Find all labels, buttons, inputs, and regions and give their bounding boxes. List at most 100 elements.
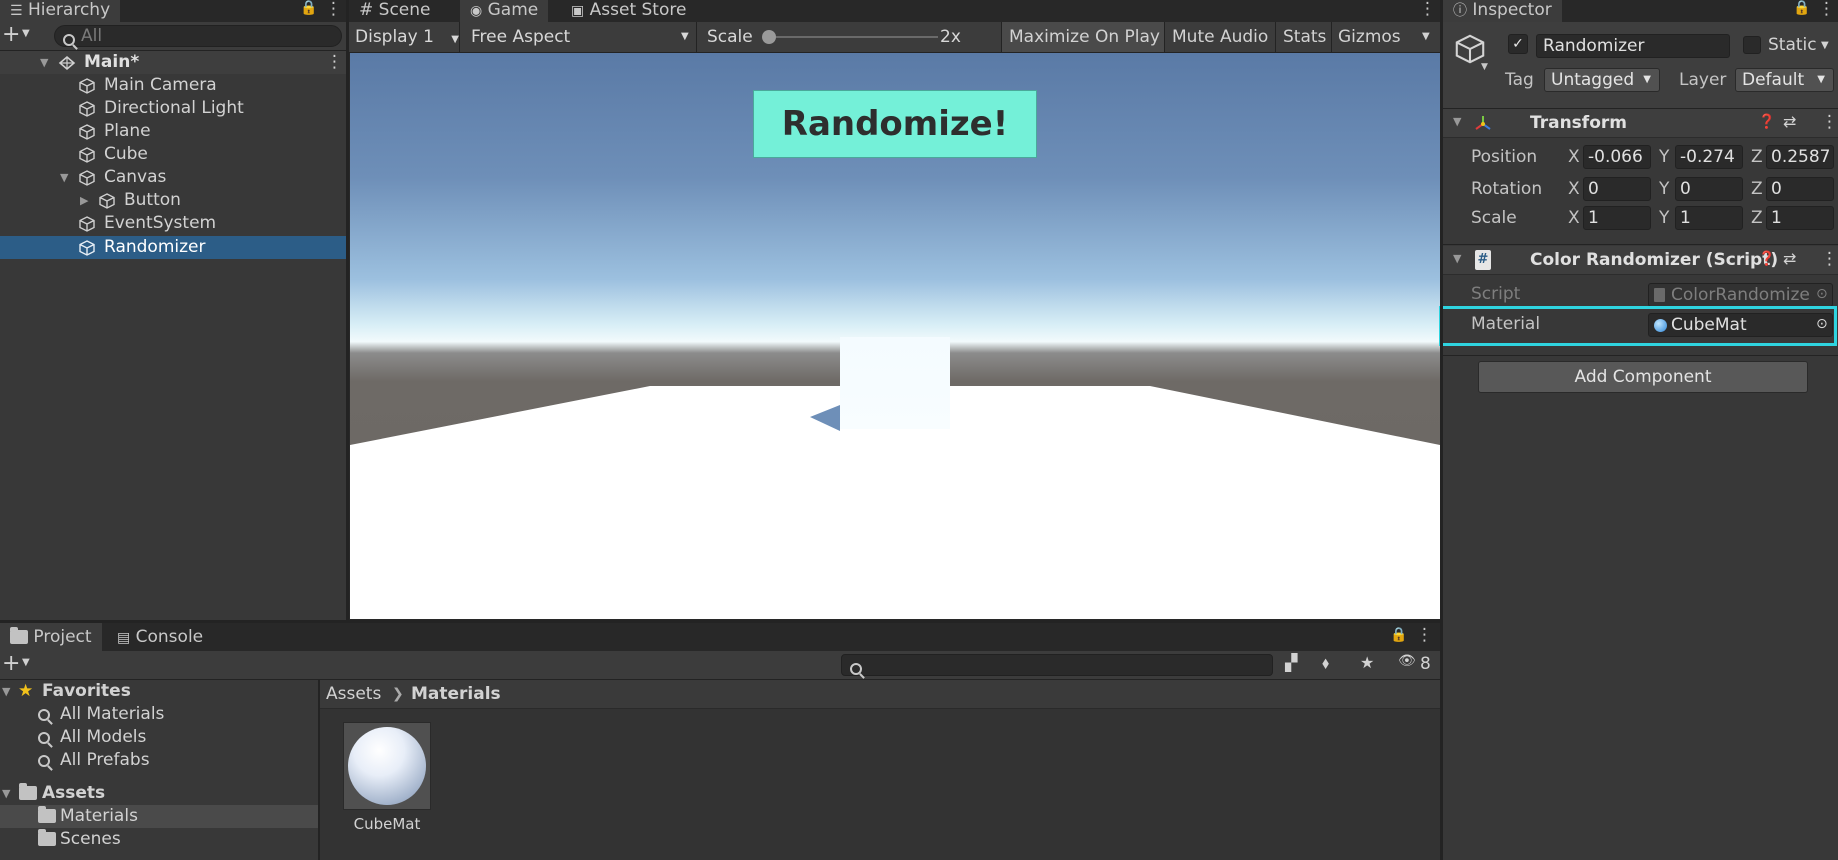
- object-name-input[interactable]: Randomizer: [1536, 34, 1730, 58]
- add-component-button[interactable]: Add Component: [1478, 361, 1808, 393]
- tag-dropdown[interactable]: Untagged ▼: [1544, 68, 1660, 92]
- rotation-y-field[interactable]: 0: [1675, 177, 1743, 201]
- layer-dropdown[interactable]: Default ▼: [1735, 68, 1834, 92]
- position-x-field[interactable]: -0.066: [1583, 145, 1651, 169]
- hierarchy-search-input[interactable]: All: [54, 25, 342, 47]
- hierarchy-item-button[interactable]: ▶ Button: [0, 189, 346, 212]
- search-by-type-icon[interactable]: ▞: [1285, 653, 1297, 672]
- collapsed-arrow-icon[interactable]: ▶: [80, 189, 88, 212]
- scale-y-field[interactable]: 1: [1675, 206, 1743, 230]
- preset-sliders-icon[interactable]: ⇄: [1783, 249, 1796, 268]
- color-randomizer-title: Color Randomizer (Script): [1530, 250, 1779, 270]
- chevron-down-icon[interactable]: ▼: [1821, 40, 1829, 51]
- material-object-field[interactable]: CubeMat: [1648, 313, 1833, 337]
- hierarchy-toolbar: + ▼ All: [0, 22, 346, 51]
- rotation-x-field[interactable]: 0: [1583, 177, 1651, 201]
- gizmos-button[interactable]: Gizmos ▼: [1331, 22, 1441, 52]
- mute-audio-button[interactable]: Mute Audio: [1164, 22, 1275, 52]
- expand-arrow-icon[interactable]: ▼: [60, 166, 68, 189]
- chevron-down-icon[interactable]: ▼: [1422, 31, 1430, 42]
- chevron-down-icon[interactable]: ▼: [22, 657, 30, 668]
- hierarchy-item-eventsystem[interactable]: EventSystem: [0, 212, 346, 235]
- asset-folder-scenes[interactable]: Scenes: [0, 828, 318, 851]
- display-dropdown[interactable]: Display 1 ▼: [355, 22, 459, 52]
- chevron-down-icon[interactable]: ▼: [22, 28, 30, 39]
- chevron-down-icon: ▼: [1817, 74, 1825, 85]
- inspector-header: ▼ ✓ Randomizer Static ▼ Tag Untagged ▼ L…: [1443, 22, 1838, 109]
- active-checkbox[interactable]: ✓: [1508, 34, 1528, 54]
- rotation-z-value: 0: [1771, 179, 1782, 199]
- lock-icon[interactable]: 🔒: [1793, 0, 1810, 16]
- favorites-row[interactable]: ▼ ★ Favorites: [0, 680, 318, 703]
- position-z-field[interactable]: 0.2587: [1766, 145, 1834, 169]
- transform-row-position: Position X -0.066 Y -0.274 Z 0.2587: [1443, 145, 1838, 171]
- rotation-z-field[interactable]: 0: [1766, 177, 1834, 201]
- scene-row[interactable]: ▼ Main* ⋮: [0, 51, 346, 74]
- scale-value: 2x: [940, 27, 961, 47]
- object-picker-icon[interactable]: ⊙: [1816, 316, 1828, 332]
- tab-project[interactable]: Project: [0, 623, 102, 651]
- favorite-item-all-prefabs[interactable]: All Prefabs: [0, 749, 318, 772]
- hierarchy-item-main-camera[interactable]: Main Camera: [0, 74, 346, 97]
- assets-label: Assets: [42, 783, 106, 803]
- project-search-input[interactable]: [841, 654, 1273, 676]
- foldout-arrow-icon[interactable]: ▼: [1453, 115, 1461, 128]
- hierarchy-panel: ☰ Hierarchy 🔒 ⋮ + ▼ All ▼ Main* ⋮ Main C…: [0, 0, 346, 620]
- asset-item-cubemat[interactable]: CubeMat: [342, 722, 432, 837]
- favorite-star-icon[interactable]: ★: [1360, 653, 1374, 672]
- hierarchy-item-label: Main Camera: [104, 75, 217, 95]
- randomize-button[interactable]: Randomize!: [753, 90, 1037, 158]
- favorite-item-all-materials[interactable]: All Materials: [0, 703, 318, 726]
- foldout-arrow-icon[interactable]: ▼: [2, 680, 10, 703]
- scale-slider-handle[interactable]: [762, 30, 776, 44]
- kebab-menu-icon[interactable]: ⋮: [1416, 625, 1433, 645]
- hierarchy-item-directional-light[interactable]: Directional Light: [0, 97, 346, 120]
- add-create-icon[interactable]: +: [2, 651, 20, 677]
- tab-console[interactable]: ▤ Console: [107, 623, 213, 651]
- kebab-menu-icon[interactable]: ⋮: [1419, 0, 1436, 19]
- lock-icon[interactable]: 🔒: [1390, 627, 1407, 643]
- help-icon[interactable]: ❓: [1758, 251, 1775, 267]
- tab-inspector[interactable]: ⓘ Inspector: [1443, 0, 1562, 22]
- asset-folder-materials[interactable]: Materials: [0, 805, 318, 828]
- foldout-arrow-icon[interactable]: ▼: [1453, 252, 1461, 265]
- add-create-icon[interactable]: +: [2, 22, 20, 48]
- hierarchy-item-cube[interactable]: Cube: [0, 143, 346, 166]
- kebab-menu-icon[interactable]: ⋮: [1818, 0, 1835, 19]
- tab-game[interactable]: ◉ Game: [460, 0, 549, 22]
- breadcrumb-root[interactable]: Assets: [326, 680, 381, 708]
- chevron-down-icon[interactable]: ▼: [1481, 62, 1488, 72]
- scale-slider-track[interactable]: [768, 36, 938, 38]
- kebab-menu-icon[interactable]: ⋮: [1821, 249, 1838, 269]
- hierarchy-item-canvas[interactable]: ▼ Canvas: [0, 166, 346, 189]
- color-randomizer-header[interactable]: ▼ # Color Randomizer (Script) ❓ ⇄ ⋮: [1443, 246, 1838, 275]
- kebab-menu-icon[interactable]: ⋮: [1821, 112, 1838, 132]
- lock-icon[interactable]: 🔒: [300, 0, 317, 16]
- foldout-arrow-icon[interactable]: ▼: [2, 782, 10, 805]
- position-y-field[interactable]: -0.274: [1675, 145, 1743, 169]
- script-label: Script: [1471, 284, 1521, 304]
- hierarchy-item-plane[interactable]: Plane: [0, 120, 346, 143]
- hidden-packages-icon[interactable]: 👁: [1398, 653, 1416, 669]
- tab-hierarchy[interactable]: ☰ Hierarchy: [0, 0, 121, 22]
- expand-arrow-icon[interactable]: ▼: [40, 51, 48, 74]
- scale-x-field[interactable]: 1: [1583, 206, 1651, 230]
- search-by-label-icon[interactable]: ⬧: [1322, 653, 1329, 673]
- preset-sliders-icon[interactable]: ⇄: [1783, 112, 1796, 131]
- breadcrumb-current[interactable]: Materials: [411, 680, 501, 708]
- game-viewport[interactable]: Randomize!: [350, 53, 1440, 619]
- transform-header[interactable]: ▼ Transform ❓ ⇄ ⋮: [1443, 109, 1838, 138]
- help-icon[interactable]: ❓: [1758, 114, 1775, 130]
- tab-scene[interactable]: # Scene: [349, 0, 441, 22]
- scale-z-field[interactable]: 1: [1766, 206, 1834, 230]
- static-checkbox[interactable]: [1743, 36, 1761, 54]
- kebab-menu-icon[interactable]: ⋮: [326, 51, 343, 74]
- hierarchy-item-randomizer[interactable]: Randomizer: [0, 236, 346, 259]
- stats-button[interactable]: Stats: [1275, 22, 1331, 52]
- kebab-menu-icon[interactable]: ⋮: [325, 0, 342, 19]
- maximize-on-play-button[interactable]: Maximize On Play: [1001, 22, 1164, 52]
- tab-asset-store[interactable]: ▣ Asset Store: [561, 0, 696, 22]
- assets-row[interactable]: ▼ Assets: [0, 782, 318, 805]
- asset-folder-label: Materials: [60, 806, 138, 826]
- favorite-item-all-models[interactable]: All Models: [0, 726, 318, 749]
